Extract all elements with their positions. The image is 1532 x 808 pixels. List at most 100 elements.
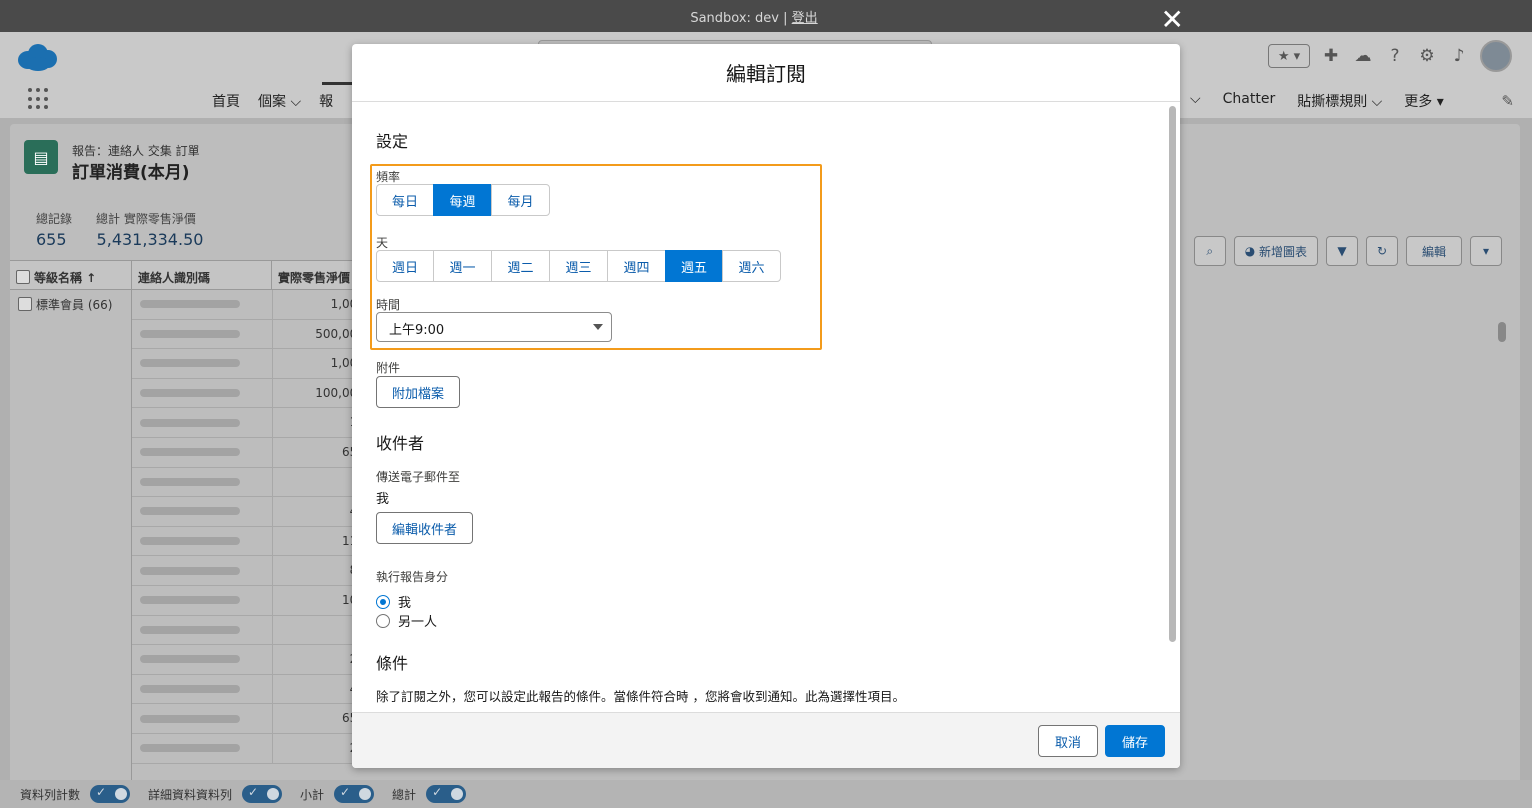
grand-total-toggle[interactable] (426, 785, 467, 803)
bell-icon[interactable]: ♪ (1448, 45, 1470, 67)
redacted-contact-id (132, 593, 272, 607)
attach-file-button[interactable]: 附加檔案 (376, 376, 461, 408)
nav-item-reports[interactable]: 報 (319, 91, 333, 111)
table-row: 650.00 (132, 704, 386, 734)
edit-subscription-modal: 編輯訂閱 設定 頻率 每日 每週 每月 天 週日 週一 週二 週三 週四 週五 … (352, 44, 1180, 768)
day-label: 天 (376, 236, 389, 250)
redacted-contact-id (132, 712, 272, 726)
refresh-icon: ↻ (1376, 244, 1388, 258)
table-row: 500,000.00 (132, 319, 386, 350)
day-monday-button[interactable]: 週一 (433, 250, 492, 282)
redacted-contact-id (132, 504, 272, 518)
run-as-me-radio[interactable] (376, 594, 390, 609)
nav-item-rules[interactable]: 貼撕標規則 ⌵ (1297, 91, 1382, 111)
row-count-toggle[interactable] (90, 785, 131, 803)
redacted-contact-id (132, 416, 272, 430)
close-modal-icon[interactable]: ✕ (1161, 6, 1184, 34)
run-as-other-label: 另一人 (398, 615, 438, 630)
more-actions-button[interactable]: ▾ (1470, 236, 1502, 266)
run-as-other-radio[interactable] (376, 613, 390, 628)
conditions-description: 除了訂閱之外，您可以設定此報告的條件。當條件符合時 ，您將會收到通知。此為選擇性… (376, 689, 905, 704)
conditions-heading: 條件 (376, 654, 409, 673)
salesforce-cloud-icon (18, 44, 57, 71)
total-amount-label: 總計 實際零售淨價 (96, 212, 196, 226)
edit-nav-pencil-icon[interactable]: ✎ (1501, 92, 1514, 110)
nav-item-home[interactable]: 首頁 (212, 91, 240, 111)
time-select-value: 上午9:00 (389, 323, 445, 338)
redacted-contact-id (132, 297, 272, 311)
modal-title: 編輯訂閱 (726, 62, 806, 86)
nav-item-chatter[interactable]: Chatter (1223, 91, 1276, 111)
day-wednesday-button[interactable]: 週三 (549, 250, 608, 282)
avatar[interactable] (1480, 40, 1512, 72)
send-email-label: 傳送電子郵件至 (376, 470, 461, 484)
send-email-value: 我 (376, 492, 390, 507)
modal-scrollbar[interactable] (1169, 106, 1176, 642)
column-header-contact-id[interactable]: 連絡人識別碼 (132, 261, 272, 289)
select-all-checkbox[interactable] (16, 270, 30, 284)
column-header-level[interactable]: 等級名稱 ↑ (10, 261, 132, 289)
new-chart-button[interactable]: ◕ 新增圖表 (1233, 236, 1318, 266)
time-label: 時間 (376, 298, 401, 312)
logout-link[interactable]: 登出 (792, 11, 818, 26)
day-friday-button[interactable]: 週五 (665, 250, 723, 282)
nav-left: 首頁 個案 ⌵ 報 (212, 91, 333, 111)
favorites-button[interactable]: ★ ▾ (1268, 44, 1310, 68)
report-stat-values: 655 5,431,334.50 (36, 230, 203, 249)
group-cell: 標準會員 (66) (10, 290, 132, 780)
table-row: 100,000.00 (132, 378, 386, 409)
filter-button[interactable]: ▼ (1326, 236, 1358, 266)
run-as-option-other[interactable]: 另一人 (376, 611, 437, 630)
redacted-contact-id (132, 327, 272, 341)
nav-item-more[interactable]: 更多 ▾ (1404, 91, 1443, 111)
run-as-option-me[interactable]: 我 (376, 592, 411, 611)
frequency-weekly-button[interactable]: 每週 (433, 184, 492, 216)
nav-item-dropdown[interactable]: ⌵ (1190, 91, 1201, 111)
redacted-contact-id (132, 386, 272, 400)
toggle-label-row-count: 資料列計數 (20, 787, 81, 802)
group-label: 標準會員 (66) (36, 298, 113, 312)
total-records-value: 655 (36, 230, 67, 249)
page-scrollbar[interactable] (1498, 322, 1506, 342)
settings-heading: 設定 (376, 132, 409, 151)
table-header: 等級名稱 ↑ 連絡人識別碼 實際零售淨價 (10, 260, 386, 290)
save-button[interactable]: 儲存 (1105, 725, 1165, 757)
help-icon[interactable]: ? (1384, 45, 1406, 67)
frequency-daily-button[interactable]: 每日 (376, 184, 434, 216)
report-footer-toggles: 資料列計數 詳細資料資料列 小計 總計 (0, 780, 1532, 808)
group-checkbox[interactable] (18, 297, 32, 311)
table-row: 45.00 (132, 497, 386, 527)
time-select[interactable]: 上午9:00 (376, 312, 612, 342)
detail-rows-toggle[interactable] (242, 785, 283, 803)
redacted-contact-id (132, 741, 272, 755)
run-as-me-label: 我 (398, 596, 412, 611)
app-launcher-icon[interactable] (28, 88, 50, 110)
redacted-contact-id (132, 534, 272, 548)
search-report-button[interactable]: ⌕ (1193, 236, 1226, 266)
chevron-down-icon: ▾ (1482, 244, 1490, 258)
refresh-button[interactable]: ↻ (1366, 236, 1398, 266)
redacted-contact-id (132, 564, 272, 578)
frequency-monthly-button[interactable]: 每月 (491, 184, 550, 216)
gear-icon[interactable]: ⚙ (1416, 45, 1438, 67)
trailhead-icon[interactable]: ☁ (1352, 45, 1374, 67)
report-type: 報告：連絡人 交集 訂單 (72, 144, 200, 158)
subtotal-toggle[interactable] (334, 785, 375, 803)
report-stat-labels: 總記錄 總計 實際零售淨價 (36, 210, 196, 227)
nav-item-cases[interactable]: 個案 ⌵ (258, 91, 301, 111)
cancel-button[interactable]: 取消 (1038, 725, 1098, 757)
day-saturday-button[interactable]: 週六 (722, 250, 781, 282)
edit-report-button[interactable]: 編輯 (1406, 236, 1462, 266)
day-sunday-button[interactable]: 週日 (376, 250, 434, 282)
day-button-group: 週日 週一 週二 週三 週四 週五 週六 (376, 250, 781, 282)
report-title: 訂單消費(本月) (72, 163, 190, 183)
redacted-contact-id (132, 445, 272, 459)
day-tuesday-button[interactable]: 週二 (491, 250, 550, 282)
day-thursday-button[interactable]: 週四 (607, 250, 666, 282)
table-row: 20.00 (132, 733, 386, 764)
table-row: 10.00 (132, 408, 386, 438)
edit-recipients-button[interactable]: 編輯收件者 (376, 512, 474, 544)
add-icon[interactable]: ✚ (1320, 45, 1342, 67)
chart-icon: ◕ (1244, 244, 1259, 258)
table-row: 1.00 (132, 615, 386, 646)
